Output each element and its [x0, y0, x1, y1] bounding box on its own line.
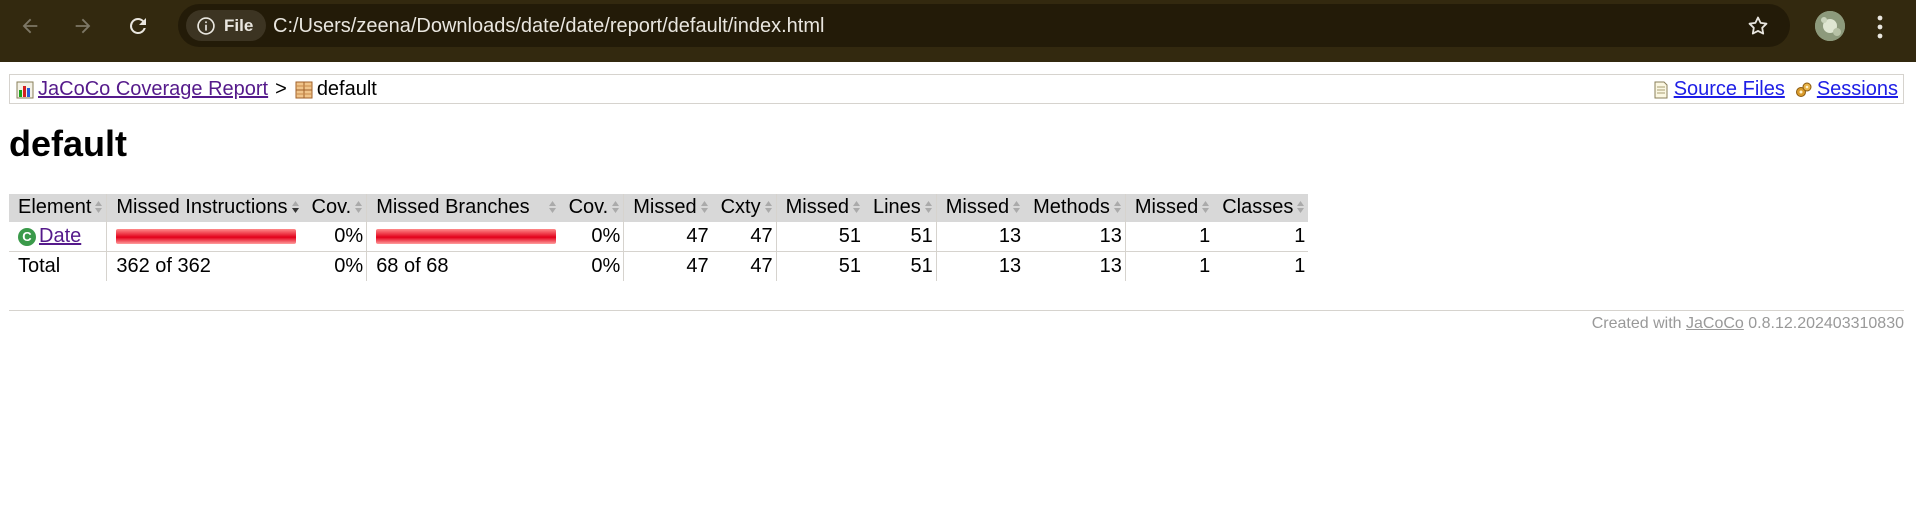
col-missed-methods[interactable]: Missed: [935, 194, 1025, 222]
sort-icon: [548, 197, 557, 220]
classes-cell: 1: [1213, 222, 1309, 252]
instr-cov-cell: 0%: [302, 222, 367, 252]
source-files-link[interactable]: Source Files: [1674, 78, 1785, 101]
missed-lines-cell: 51: [775, 222, 864, 252]
total-missed-methods: 13: [935, 251, 1025, 281]
url-text[interactable]: C:/Users/zeena/Downloads/date/date/repor…: [273, 15, 824, 38]
col-missed-cxty[interactable]: Missed: [623, 194, 712, 222]
total-instr-cov: 0%: [334, 255, 364, 277]
sort-desc-icon: [291, 197, 300, 220]
branch-cov-cell: 0%: [559, 222, 624, 252]
menu-kebab-icon[interactable]: [1876, 14, 1884, 40]
sort-icon: [354, 197, 363, 220]
class-icon: C: [18, 227, 36, 246]
sort-icon: [611, 197, 620, 220]
footer-version: 0.8.12.202403310830: [1748, 315, 1904, 332]
sort-icon: [1012, 197, 1021, 220]
sort-icon: [700, 197, 709, 220]
methods-cell: 13: [1024, 222, 1126, 252]
sessions-link[interactable]: Sessions: [1817, 78, 1898, 101]
col-instr-cov[interactable]: Cov.: [302, 194, 367, 222]
table-total-row: Total 362 of 362 0% 68 of 68 0% 47 47 51…: [9, 251, 1308, 281]
total-label: Total: [18, 255, 61, 277]
total-classes: 1: [1294, 255, 1306, 277]
col-cxty[interactable]: Cxty: [711, 194, 777, 222]
sort-icon: [924, 197, 933, 220]
page-title: default: [9, 123, 128, 164]
col-branch-cov[interactable]: Cov.: [559, 194, 624, 222]
forward-arrow-icon: [75, 18, 91, 34]
col-element[interactable]: Element: [9, 194, 107, 222]
sort-icon: [764, 197, 773, 220]
col-missed-instructions[interactable]: Missed Instructions: [106, 194, 303, 222]
col-classes[interactable]: Classes: [1213, 194, 1309, 222]
sessions-icon: [1795, 82, 1812, 97]
profile-avatar[interactable]: [1815, 11, 1845, 41]
col-missed-classes[interactable]: Missed: [1124, 194, 1214, 222]
missed-branches-bar-cell: [366, 222, 560, 252]
sort-icon: [852, 197, 861, 220]
footer-divider: [9, 310, 1904, 311]
total-branch-cov: 0%: [591, 255, 621, 277]
site-chip-label: File: [224, 15, 254, 35]
cxty-cell: 47: [711, 222, 777, 252]
reload-icon: [130, 17, 146, 34]
breadcrumb-separator: >: [275, 78, 287, 100]
package-icon: [295, 81, 313, 98]
bookmark-star-icon[interactable]: [1746, 14, 1770, 38]
table-header-row: Element Missed Instructions Cov. Missed …: [9, 194, 1309, 222]
col-lines[interactable]: Lines: [863, 194, 937, 222]
total-cxty: 47: [750, 255, 773, 277]
missed-classes-cell: 1: [1124, 222, 1214, 252]
col-missed-lines[interactable]: Missed: [775, 194, 864, 222]
coverage-table: Element Missed Instructions Cov. Missed …: [9, 194, 1309, 281]
back-arrow-icon: [22, 18, 38, 34]
reload-button[interactable]: [118, 6, 158, 46]
sort-icon: [94, 197, 103, 220]
sort-icon: [1201, 197, 1210, 220]
col-missed-branches[interactable]: Missed Branches: [366, 194, 560, 222]
info-icon: [197, 16, 215, 35]
table-row: C Date 0% 0% 47 47 51 51 13 13 1 1: [9, 222, 1309, 252]
site-info-chip[interactable]: File: [186, 10, 266, 41]
total-lines: 51: [910, 255, 933, 277]
sort-icon: [1296, 197, 1305, 220]
report-icon: [16, 81, 34, 98]
breadcrumb-current: default: [316, 78, 377, 100]
missed-methods-cell: 13: [935, 222, 1025, 252]
avatar-image-icon: [1815, 11, 1845, 41]
lines-cell: 51: [863, 222, 937, 252]
breadcrumb: JaCoCo Coverage Report > default Source …: [9, 74, 1904, 104]
forward-button[interactable]: [63, 6, 103, 46]
col-methods[interactable]: Methods: [1024, 194, 1126, 222]
total-branches: 68 of 68: [366, 251, 560, 281]
back-button[interactable]: [10, 6, 50, 46]
total-missed-lines: 51: [775, 251, 864, 281]
footer-jacoco-link[interactable]: JaCoCo: [1686, 315, 1744, 332]
total-methods: 13: [1099, 255, 1122, 277]
footer: Created with JaCoCo 0.8.12.202403310830: [1592, 315, 1904, 333]
total-missed-cxty: 47: [623, 251, 712, 281]
source-file-icon: [1654, 81, 1668, 98]
browser-toolbar: File C:/Users/zeena/Downloads/date/date/…: [0, 0, 1916, 62]
sort-icon: [1113, 197, 1122, 220]
total-instructions: 362 of 362: [106, 251, 303, 281]
element-link-date[interactable]: Date: [39, 225, 81, 247]
element-cell: C Date: [9, 222, 107, 252]
missed-branches-bar: [376, 229, 557, 245]
footer-prefix: Created with: [1591, 315, 1682, 332]
total-missed-classes: 1: [1124, 251, 1214, 281]
missed-cxty-cell: 47: [623, 222, 712, 252]
address-bar[interactable]: File C:/Users/zeena/Downloads/date/date/…: [178, 4, 1790, 47]
missed-instructions-bar-cell: [106, 222, 303, 252]
missed-instructions-bar: [116, 229, 297, 245]
breadcrumb-root-link[interactable]: JaCoCo Coverage Report: [38, 78, 268, 101]
